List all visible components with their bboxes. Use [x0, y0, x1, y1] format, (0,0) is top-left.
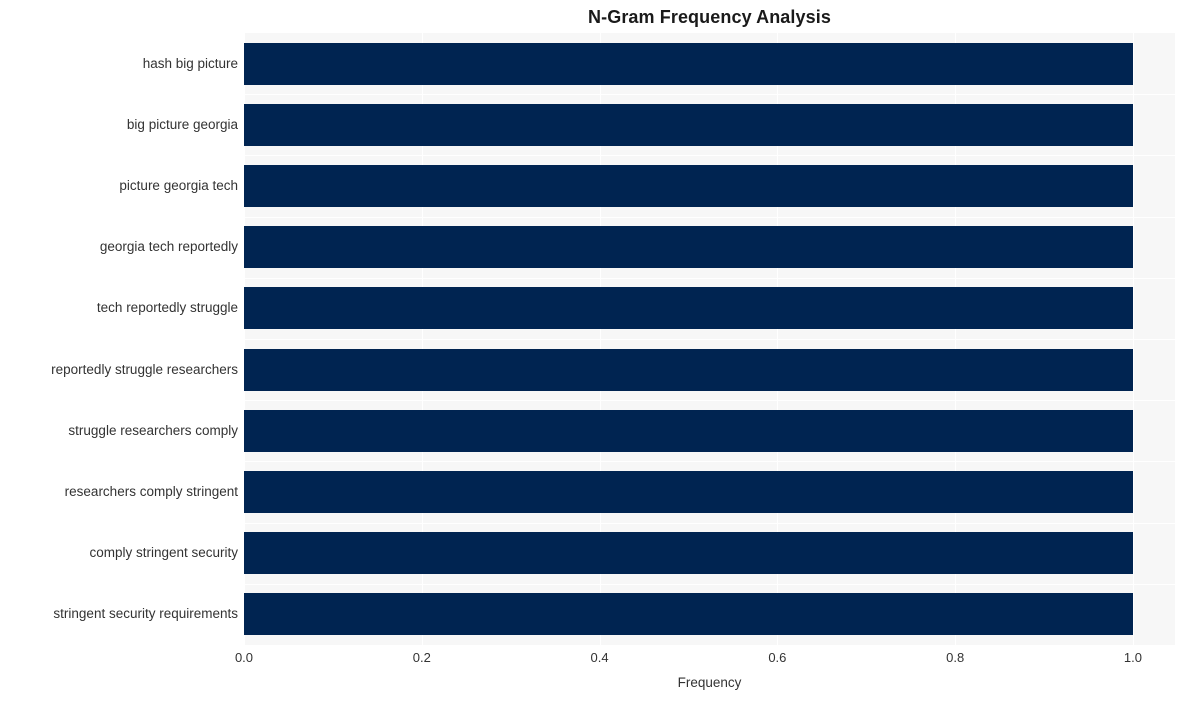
bar — [244, 593, 1133, 636]
bar — [244, 409, 1133, 452]
x-axis-tick-label: 0.4 — [590, 650, 609, 665]
x-axis-tick-label: 0.6 — [768, 650, 787, 665]
y-axis-tick-label: big picture georgia — [126, 116, 238, 132]
horizontal-gridline — [244, 155, 1175, 157]
bar — [244, 348, 1133, 391]
y-axis-tick-label: tech reportedly struggle — [96, 300, 238, 316]
horizontal-gridline — [244, 216, 1175, 218]
y-axis-tick-label: comply stringent security — [89, 545, 238, 561]
bar — [244, 226, 1133, 269]
bar — [244, 287, 1133, 330]
y-axis-tick-label: researchers comply stringent — [64, 484, 238, 499]
x-axis-tick-label: 0.2 — [412, 650, 431, 665]
y-axis-tick-label: hash big picture — [142, 55, 238, 71]
bar — [244, 103, 1133, 146]
horizontal-gridline — [244, 277, 1175, 279]
plot-area — [244, 33, 1175, 645]
horizontal-gridline — [244, 400, 1175, 402]
bar — [244, 165, 1133, 207]
y-axis-tick-label: georgia tech reportedly — [99, 239, 238, 255]
horizontal-gridline — [244, 339, 1175, 341]
chart-title: N-Gram Frequency Analysis — [588, 7, 831, 27]
x-axis-tick-label: 0.8 — [946, 650, 965, 665]
bar — [244, 471, 1133, 513]
x-axis-tick-labels: 0.0 0.2 0.4 0.6 0.8 1.0 — [0, 650, 1185, 672]
y-axis-tick-labels: hash big picture big picture georgia pictu… — [0, 0, 238, 701]
horizontal-gridline — [244, 522, 1175, 524]
horizontal-gridline — [244, 583, 1175, 585]
horizontal-gridline — [244, 461, 1175, 463]
chart-figure: N-Gram Frequency Analysis hash big pictu… — [0, 0, 1185, 701]
horizontal-gridline — [244, 94, 1175, 96]
bar — [244, 42, 1133, 85]
bar — [244, 532, 1133, 575]
x-axis-tick-label: 1.0 — [1123, 650, 1142, 665]
y-axis-tick-label: picture georgia tech — [119, 178, 238, 193]
y-axis-tick-label: reportedly struggle researchers — [51, 361, 238, 377]
y-axis-tick-label: stringent security requirements — [53, 606, 238, 622]
x-axis-tick-label: 0.0 — [234, 650, 254, 665]
y-axis-tick-label: struggle researchers comply — [68, 422, 238, 438]
x-axis-label: Frequency — [677, 675, 742, 690]
